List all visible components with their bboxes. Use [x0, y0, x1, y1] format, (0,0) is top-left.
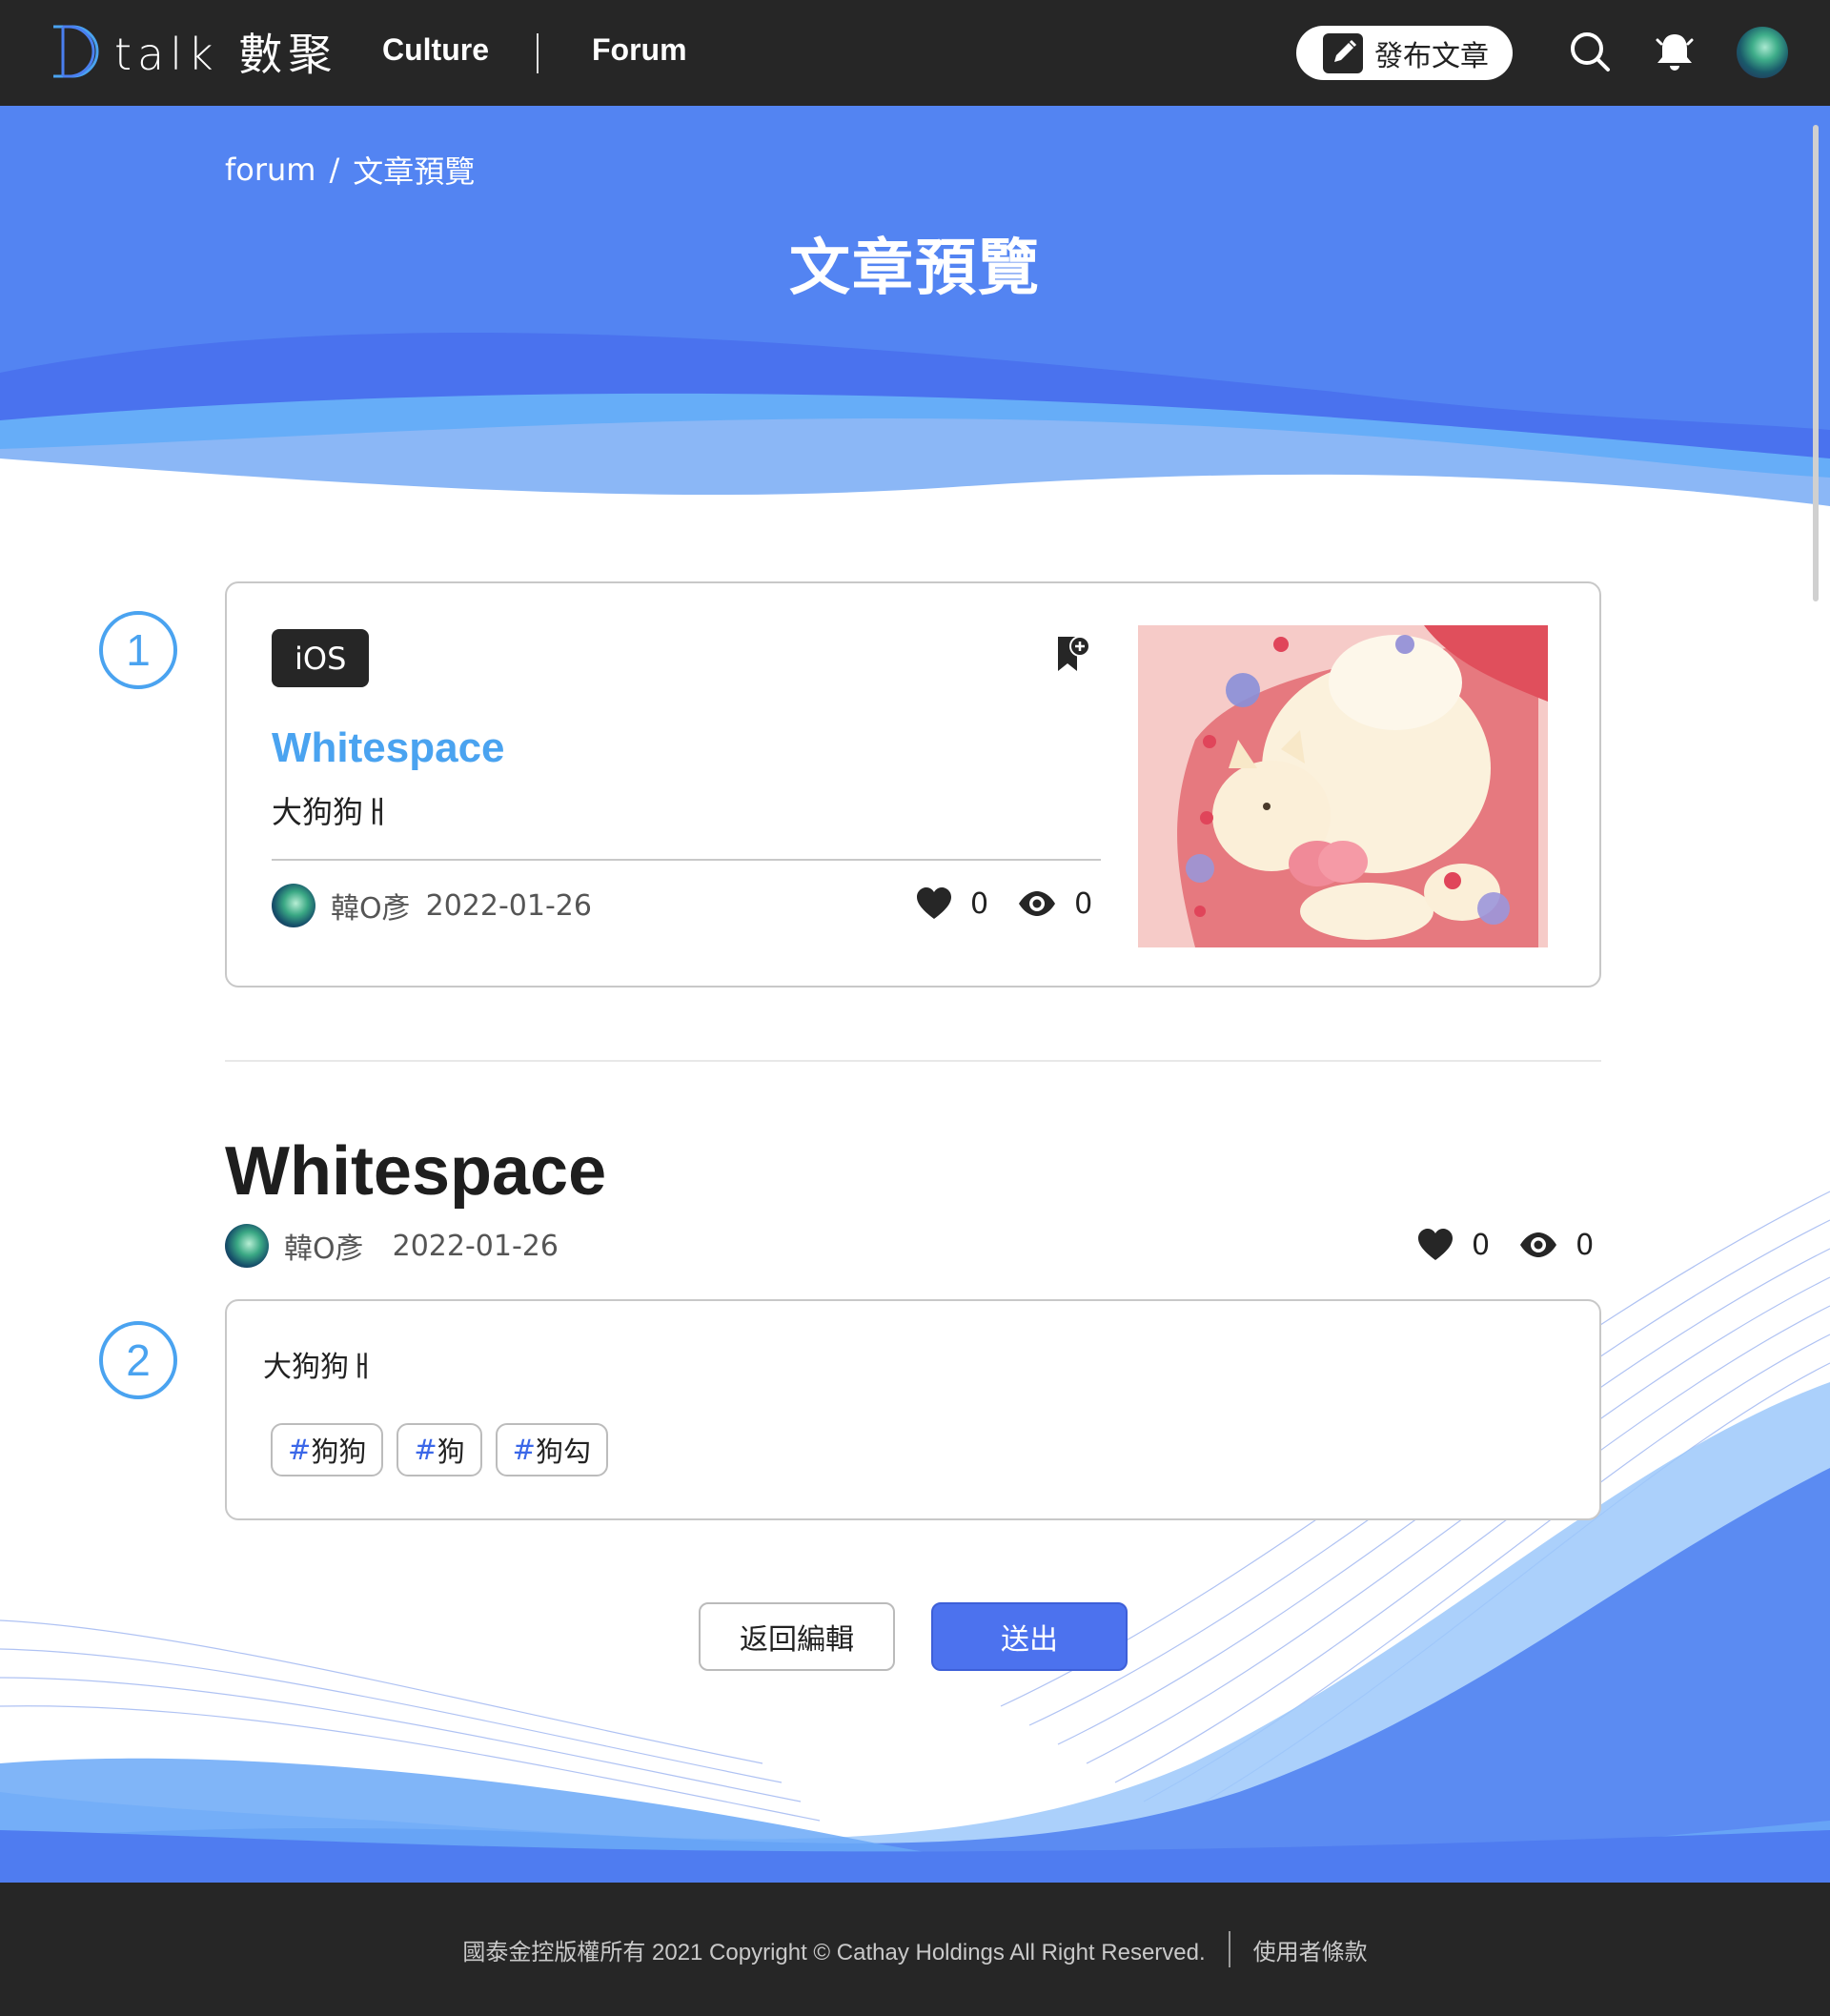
heart-icon	[917, 887, 951, 919]
heart-icon	[1418, 1229, 1453, 1260]
eye-icon	[1520, 1232, 1557, 1257]
article-author-avatar[interactable]	[225, 1224, 269, 1268]
page-title: 文章預覽	[789, 234, 1041, 304]
submit-button[interactable]: 送出	[931, 1602, 1128, 1671]
article-date: 2022-01-26	[392, 1229, 559, 1263]
footer-copyright: 國泰金控版權所有 2021 Copyright © Cathay Holding…	[462, 1939, 1206, 1965]
nav-link-culture[interactable]: Culture	[382, 32, 489, 68]
hashtag-label: 狗	[437, 1436, 465, 1468]
post-date: 2022-01-26	[425, 888, 592, 923]
hashtag-symbol: #	[414, 1434, 437, 1466]
publish-article-button[interactable]: 發布文章	[1296, 26, 1513, 80]
article-author-meta: 韓O彥 2022-01-26	[225, 1224, 559, 1268]
back-to-edit-button[interactable]: 返回編輯	[699, 1602, 895, 1671]
page-scrollbar[interactable]	[1811, 106, 1822, 1883]
step-number-1: 1	[99, 611, 177, 689]
card-excerpt: 大狗狗ㅐ	[272, 794, 392, 830]
publish-article-label: 發布文章	[1374, 39, 1489, 73]
article-card-preview[interactable]: iOS Whitespace 大狗狗ㅐ 韓O彥 2022-01-26 0 0	[225, 581, 1601, 988]
article-view-count: 0	[1576, 1228, 1595, 1262]
nav-divider	[537, 33, 539, 73]
card-author-meta: 韓O彥 2022-01-26	[272, 884, 592, 927]
search-icon[interactable]	[1567, 29, 1613, 74]
breadcrumb: forum / 文章預覽	[225, 148, 475, 192]
hashtag-list: # 狗狗 # 狗 # 狗勾	[271, 1423, 608, 1476]
logo-text: talk 數聚	[114, 29, 338, 80]
bookmark-plus-icon[interactable]	[1054, 633, 1092, 675]
bell-icon[interactable]	[1652, 29, 1698, 74]
card-stats: 0 0	[915, 886, 1121, 921]
eye-icon	[1019, 891, 1056, 916]
article-title: Whitespace	[225, 1133, 607, 1210]
breadcrumb-forum[interactable]: forum	[225, 152, 315, 188]
hashtag-label: 狗勾	[535, 1436, 591, 1468]
breadcrumb-current: 文章預覽	[353, 153, 476, 190]
user-avatar[interactable]	[1737, 27, 1788, 78]
hashtag-chip[interactable]: # 狗	[396, 1423, 482, 1476]
footer-divider	[1228, 1931, 1230, 1967]
like-count: 0	[970, 886, 989, 921]
top-navigation: talk 數聚 Culture Forum 發布文章	[0, 0, 1830, 106]
section-divider	[225, 1060, 1601, 1062]
card-title[interactable]: Whitespace	[272, 724, 505, 772]
hashtag-chip[interactable]: # 狗勾	[495, 1423, 608, 1476]
pen-square-icon	[1323, 32, 1363, 73]
step-number-2: 2	[99, 1321, 177, 1399]
terms-of-use-link[interactable]: 使用者條款	[1253, 1933, 1368, 1966]
article-author-name[interactable]: 韓O彥	[284, 1225, 364, 1267]
nav-link-forum[interactable]: Forum	[592, 32, 687, 68]
bottom-wave-decoration	[0, 1191, 1830, 1883]
article-like-count: 0	[1472, 1228, 1491, 1262]
article-stats: 0 0	[1416, 1228, 1622, 1262]
category-tag[interactable]: iOS	[272, 629, 370, 687]
hashtag-symbol: #	[512, 1434, 536, 1466]
article-body-text: 大狗狗ㅐ	[263, 1351, 376, 1384]
article-content-box: 大狗狗ㅐ # 狗狗 # 狗 # 狗勾	[225, 1299, 1601, 1520]
hashtag-label: 狗狗	[311, 1436, 367, 1468]
footer: 國泰金控版權所有 2021 Copyright © Cathay Holding…	[0, 1883, 1830, 2016]
view-count: 0	[1074, 886, 1093, 921]
card-cover-image[interactable]	[1138, 625, 1548, 947]
article-like-group[interactable]: 0	[1416, 1228, 1490, 1262]
hashtag-symbol: #	[288, 1434, 312, 1466]
hashtag-chip[interactable]: # 狗狗	[271, 1423, 384, 1476]
scrollbar-thumb[interactable]	[1813, 125, 1819, 601]
card-divider	[272, 859, 1101, 861]
like-count-group[interactable]: 0	[915, 886, 988, 921]
logo-d-icon	[53, 25, 99, 78]
breadcrumb-separator: /	[329, 152, 340, 188]
article-view-group: 0	[1518, 1229, 1594, 1262]
view-count-group: 0	[1017, 887, 1092, 921]
author-avatar[interactable]	[272, 884, 315, 927]
site-logo[interactable]: talk 數聚	[50, 23, 337, 80]
author-name[interactable]: 韓O彥	[331, 885, 411, 927]
